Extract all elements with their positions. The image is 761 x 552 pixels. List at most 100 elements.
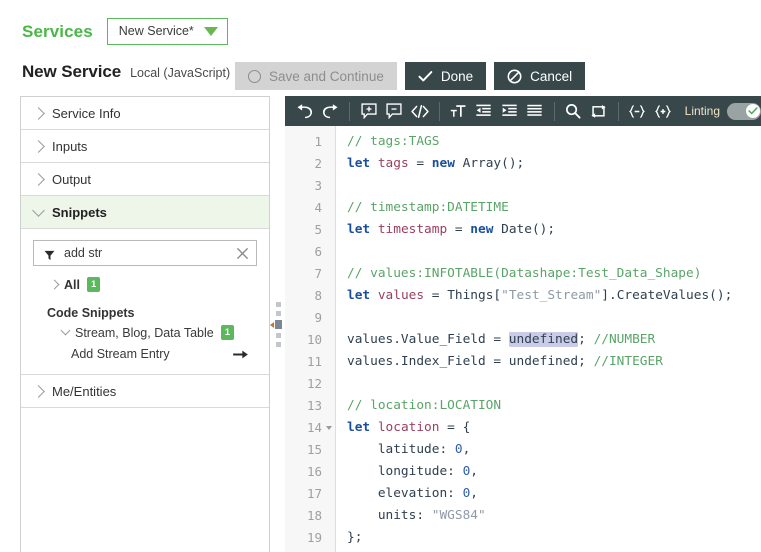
- linting-toggle[interactable]: [727, 103, 761, 120]
- grip-dot-icon: [276, 302, 281, 307]
- code-line[interactable]: // tags:TAGS: [347, 131, 761, 153]
- indent-icon[interactable]: [497, 98, 523, 124]
- chevron-right-icon: [32, 173, 45, 186]
- toggle-knob: [746, 104, 760, 118]
- chevron-right-icon: [50, 280, 60, 290]
- snippet-filter-box[interactable]: add str: [33, 240, 257, 266]
- done-label: Done: [441, 69, 473, 84]
- code-token: //NUMBER: [594, 332, 656, 347]
- expand-braces-icon[interactable]: [650, 98, 676, 124]
- code-line[interactable]: longitude: 0,: [347, 461, 761, 483]
- cancel-button[interactable]: Cancel: [494, 62, 585, 90]
- close-icon[interactable]: [236, 247, 249, 260]
- code-line[interactable]: values.Value_Field = undefined; //NUMBER: [347, 329, 761, 351]
- code-line[interactable]: elevation: 0,: [347, 483, 761, 505]
- line-number: 18: [285, 505, 335, 527]
- search-icon[interactable]: [561, 98, 587, 124]
- collapse-braces-icon[interactable]: [625, 98, 651, 124]
- code-token: "WGS84": [432, 508, 486, 523]
- circle-icon: [248, 70, 261, 83]
- sidebar-panel: Service Info Inputs Output Snippets add …: [20, 96, 270, 552]
- code-line[interactable]: };: [347, 527, 761, 549]
- snippet-filter-input[interactable]: add str: [64, 246, 227, 260]
- code-line[interactable]: // location:LOCATION: [347, 395, 761, 417]
- fold-arrow-icon[interactable]: [326, 426, 332, 430]
- service-editor-page: Services New Service* New Service Local …: [0, 0, 761, 552]
- undo-icon[interactable]: [292, 98, 318, 124]
- replace-icon[interactable]: [586, 98, 612, 124]
- code-line[interactable]: let tags = new Array();: [347, 153, 761, 175]
- sidebar-item-snippets[interactable]: Snippets: [21, 196, 269, 229]
- code-token: ;: [578, 354, 593, 369]
- outdent-icon[interactable]: [471, 98, 497, 124]
- sidebar-item-output[interactable]: Output: [21, 163, 269, 196]
- code-token: latitude:: [347, 442, 455, 457]
- snippet-group-all[interactable]: All 1: [50, 277, 257, 292]
- code-line[interactable]: let location = {: [347, 417, 761, 439]
- code-line[interactable]: values.Index_Field = undefined; //INTEGE…: [347, 351, 761, 373]
- code-tags-icon[interactable]: [407, 98, 433, 124]
- chevron-down-icon: [32, 204, 45, 217]
- sidebar-item-label: Service Info: [52, 106, 121, 121]
- format-lines-icon[interactable]: [522, 98, 548, 124]
- code-area[interactable]: 12345678910111213141516171819 // tags:TA…: [285, 126, 761, 552]
- code-line[interactable]: let timestamp = new Date();: [347, 219, 761, 241]
- arrow-right-icon[interactable]: [232, 349, 249, 360]
- action-button-group: Save and Continue Done Cancel: [235, 62, 585, 90]
- done-button[interactable]: Done: [405, 62, 486, 90]
- snippet-group-stream-blog-datatable[interactable]: Stream, Blog, Data Table 1: [61, 325, 257, 340]
- service-selector-dropdown[interactable]: New Service*: [107, 18, 228, 45]
- snippets-panel-body: add str All 1 Code Snippets Stream, Blog…: [21, 229, 269, 375]
- snippet-item-add-stream-entry[interactable]: Add Stream Entry: [71, 347, 249, 361]
- redo-icon[interactable]: [318, 98, 344, 124]
- code-token: ,: [463, 442, 471, 457]
- collapse-panel-handle-icon[interactable]: [275, 320, 282, 329]
- funnel-icon: [44, 248, 55, 259]
- chevron-right-icon: [32, 107, 45, 120]
- save-and-continue-button[interactable]: Save and Continue: [235, 62, 397, 90]
- breadcrumb-services-link[interactable]: Services: [22, 22, 93, 42]
- line-number: 14: [285, 417, 335, 439]
- line-number-gutter: 12345678910111213141516171819: [285, 126, 336, 552]
- code-line[interactable]: [347, 175, 761, 197]
- font-size-icon[interactable]: [446, 98, 472, 124]
- code-token: ;: [578, 332, 593, 347]
- toolbar-divider: [349, 102, 350, 121]
- code-token: // values:INFOTABLE(Datashape:Test_Data_…: [347, 266, 701, 281]
- code-content[interactable]: // tags:TAGS let tags = new Array(); // t…: [336, 126, 761, 552]
- code-token: 0: [455, 442, 463, 457]
- linting-control[interactable]: Linting: [685, 103, 761, 120]
- add-comment-icon[interactable]: [356, 98, 382, 124]
- code-token: =: [455, 222, 470, 237]
- snippet-group-count: 1: [221, 325, 234, 340]
- sidebar-item-service-info[interactable]: Service Info: [21, 97, 269, 130]
- chevron-down-icon: [61, 326, 71, 336]
- sidebar-item-inputs[interactable]: Inputs: [21, 130, 269, 163]
- code-token: new: [432, 156, 463, 171]
- code-line[interactable]: [347, 241, 761, 263]
- code-line[interactable]: latitude: 0,: [347, 439, 761, 461]
- code-token: = {: [447, 420, 470, 435]
- code-token: units:: [347, 508, 432, 523]
- remove-comment-icon[interactable]: [382, 98, 408, 124]
- code-token: // tags:TAGS: [347, 134, 439, 149]
- snippet-group-all-label: All: [64, 278, 80, 292]
- chevron-right-icon: [32, 385, 45, 398]
- code-line[interactable]: [347, 307, 761, 329]
- code-token: let: [347, 288, 378, 303]
- code-token: let: [347, 222, 378, 237]
- code-line[interactable]: // values:INFOTABLE(Datashape:Test_Data_…: [347, 263, 761, 285]
- code-token: //INTEGER: [594, 354, 663, 369]
- line-number: 17: [285, 483, 335, 505]
- code-line[interactable]: [347, 373, 761, 395]
- code-token: let: [347, 156, 378, 171]
- code-line[interactable]: let values = Things["Test_Stream"].Creat…: [347, 285, 761, 307]
- splitter-grip-handle[interactable]: [275, 302, 282, 347]
- editor-toolbar: Linting: [285, 96, 761, 126]
- code-line[interactable]: // timestamp:DATETIME: [347, 197, 761, 219]
- sidebar-item-label: Output: [52, 172, 91, 187]
- code-line[interactable]: units: "WGS84": [347, 505, 761, 527]
- panel-splitter[interactable]: [271, 96, 285, 552]
- sidebar-item-me-entities[interactable]: Me/Entities: [21, 375, 269, 408]
- page-subtitle: Local (JavaScript): [130, 66, 230, 80]
